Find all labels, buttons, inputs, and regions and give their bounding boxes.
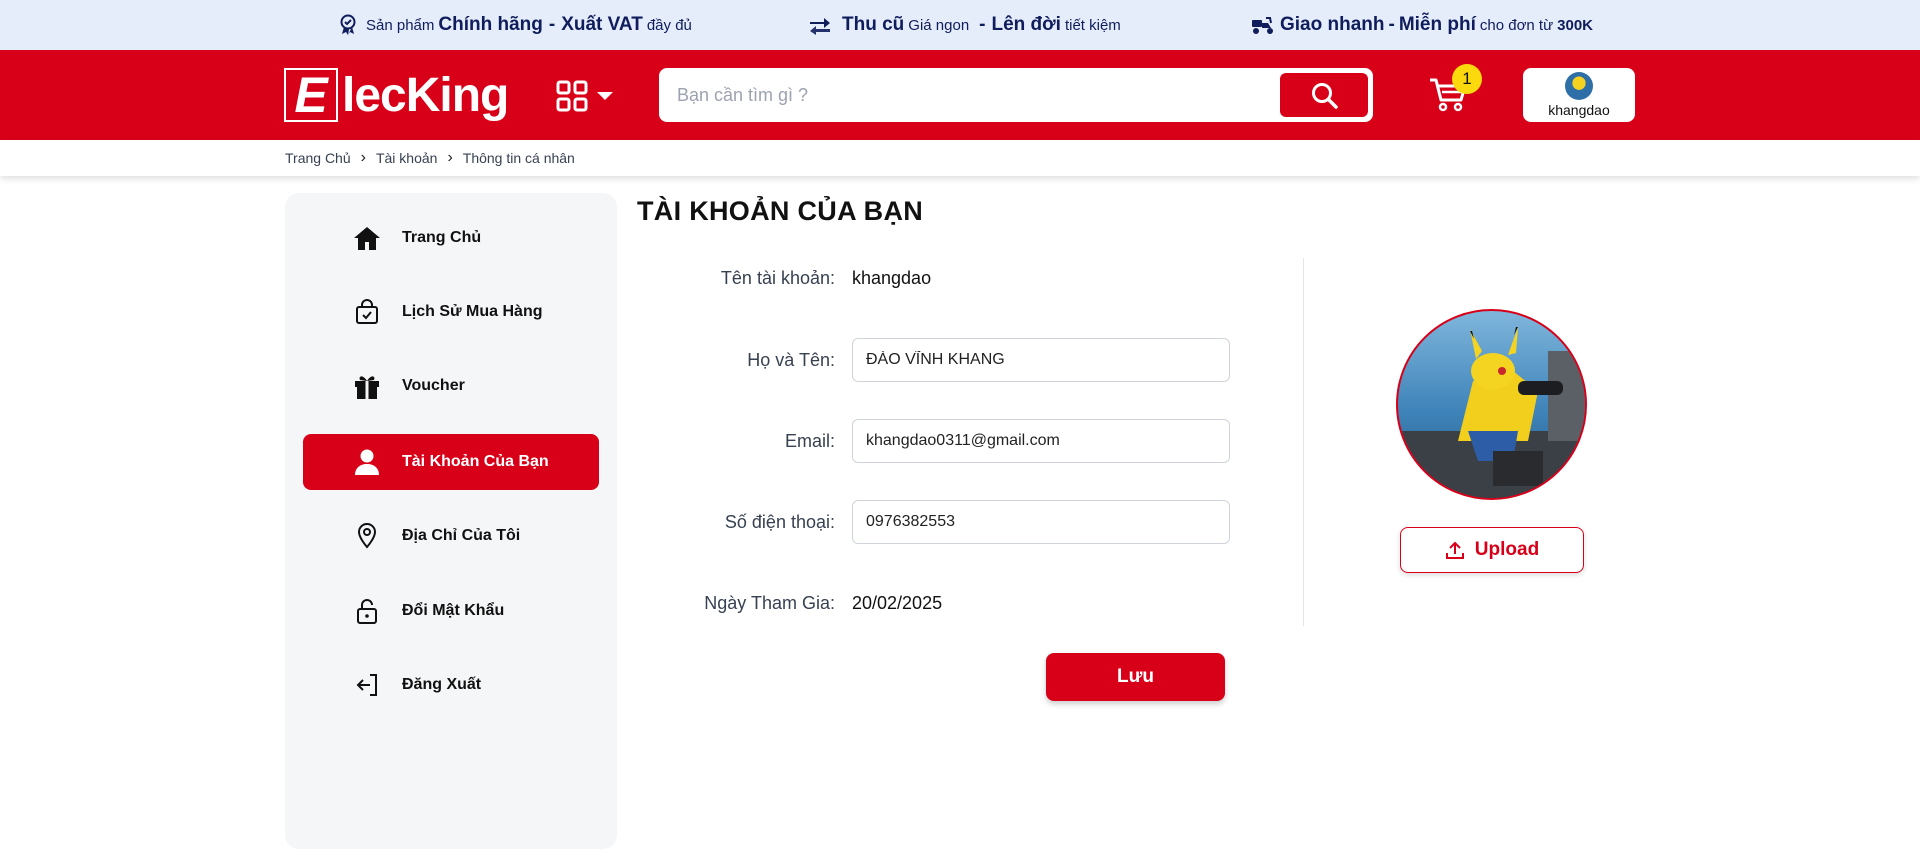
fullname-label: Họ và Tên: bbox=[747, 350, 835, 370]
search-icon bbox=[1312, 83, 1338, 109]
promo-bold: Giao nhanh bbox=[1280, 14, 1385, 35]
promo-bold: Xuất VAT bbox=[561, 14, 643, 35]
breadcrumb: Trang Chủ › Tài khoản › Thông tin cá nhâ… bbox=[285, 140, 575, 176]
promo-bar: Sản phẩm Chính hãng - Xuất VAT đầy đủ Th… bbox=[0, 0, 1920, 50]
sidebar-item-label: Voucher bbox=[402, 377, 465, 394]
header-username: khangdao bbox=[1548, 102, 1610, 118]
fullname-field[interactable] bbox=[852, 338, 1230, 382]
lock-icon bbox=[353, 597, 381, 625]
join-date-value: 20/02/2025 bbox=[852, 593, 943, 613]
email-field[interactable] bbox=[852, 419, 1230, 463]
sidebar-item-logout[interactable]: Đăng Xuất bbox=[303, 657, 599, 713]
breadcrumb-home[interactable]: Trang Chủ bbox=[285, 150, 351, 166]
search-button[interactable] bbox=[1280, 73, 1368, 117]
phone-input[interactable] bbox=[866, 513, 1206, 531]
logo-letter: E bbox=[294, 67, 328, 123]
logo[interactable]: E lecKing bbox=[284, 66, 509, 124]
promo-amount: 300K bbox=[1557, 16, 1593, 34]
search-bar bbox=[659, 68, 1373, 122]
promo-dash: - bbox=[979, 14, 986, 35]
promo-bold: Miễn phí bbox=[1398, 14, 1476, 35]
chevron-right-icon: › bbox=[360, 149, 366, 166]
sidebar-item-label: Lịch Sử Mua Hàng bbox=[402, 303, 543, 320]
promo-text: đầy đủ bbox=[646, 16, 692, 34]
shopping-bag-check-icon bbox=[353, 298, 381, 326]
email-input[interactable] bbox=[866, 432, 1206, 450]
main-header: E lecKing 1 khangdao bbox=[0, 50, 1920, 140]
exchange-arrows-icon bbox=[810, 18, 830, 35]
map-pin-icon bbox=[353, 522, 381, 550]
logo-text: lecKing bbox=[342, 68, 509, 122]
join-date-label: Ngày Tham Gia: bbox=[704, 593, 835, 613]
promo-text: tiết kiệm bbox=[1064, 16, 1121, 34]
promo-text: cho đơn từ bbox=[1479, 16, 1554, 34]
upload-label: Upload bbox=[1474, 539, 1540, 560]
delivery-scooter-icon bbox=[1252, 17, 1273, 34]
promo-text: Giá ngon bbox=[908, 16, 970, 34]
promo-dash: - bbox=[1388, 14, 1395, 35]
breadcrumb-current: Thông tin cá nhân bbox=[462, 150, 575, 166]
username-value: khangdao bbox=[852, 268, 932, 288]
promo-authentic: Sản phẩm Chính hãng - Xuất VAT đầy đủ bbox=[338, 0, 696, 50]
phone-label: Số điện thoại: bbox=[724, 512, 835, 532]
sidebar-item-home[interactable]: Trang Chủ bbox=[303, 210, 599, 266]
cart-count-badge: 1 bbox=[1452, 64, 1482, 94]
fullname-input[interactable] bbox=[866, 351, 1206, 369]
chevron-right-icon: › bbox=[447, 149, 453, 166]
avatar-image bbox=[1398, 327, 1585, 498]
upload-icon bbox=[1445, 541, 1464, 559]
gift-icon bbox=[353, 372, 381, 400]
promo-delivery: Giao nhanh - Miễn phí cho đơn từ 300K bbox=[1250, 0, 1597, 50]
award-badge-icon bbox=[340, 14, 356, 35]
sidebar-item-label: Đăng Xuất bbox=[402, 676, 482, 693]
promo-text: Sản phẩm bbox=[366, 16, 435, 34]
upload-avatar-button[interactable]: Upload bbox=[1400, 527, 1584, 573]
sidebar-item-order-history[interactable]: Lịch Sử Mua Hàng bbox=[303, 284, 599, 340]
logo-mark: E bbox=[284, 68, 338, 122]
promo-bold: Chính hãng bbox=[438, 14, 543, 35]
phone-field[interactable] bbox=[852, 500, 1230, 544]
grid-icon bbox=[556, 80, 588, 112]
cart-button[interactable]: 1 bbox=[1428, 64, 1482, 119]
page-title: TÀI KHOẢN CỦA BẠN bbox=[637, 196, 924, 226]
sidebar-item-label: Tài Khoản Của Bạn bbox=[402, 453, 549, 470]
home-icon bbox=[353, 224, 381, 252]
email-label: Email: bbox=[784, 431, 835, 451]
promo-bold: Lên đời bbox=[991, 14, 1061, 35]
user-account-button[interactable]: khangdao bbox=[1523, 68, 1635, 122]
category-menu-button[interactable] bbox=[556, 80, 614, 112]
promo-trade-in: Thu cũ Giá ngon - Lên đời tiết kiệm bbox=[808, 0, 1125, 50]
avatar bbox=[1565, 72, 1593, 100]
chevron-down-icon bbox=[597, 92, 613, 100]
save-button[interactable]: Lưu bbox=[1046, 653, 1225, 701]
sidebar-item-label: Trang Chủ bbox=[402, 229, 482, 246]
breadcrumb-account[interactable]: Tài khoản bbox=[376, 150, 437, 166]
profile-avatar bbox=[1396, 309, 1587, 500]
search-input[interactable] bbox=[659, 70, 1279, 120]
breadcrumb-bar: Trang Chủ › Tài khoản › Thông tin cá nhâ… bbox=[0, 140, 1920, 176]
promo-bold: Thu cũ bbox=[842, 14, 905, 35]
username-label: Tên tài khoản: bbox=[720, 268, 835, 288]
divider bbox=[1303, 258, 1304, 626]
logout-icon bbox=[353, 671, 381, 699]
user-icon bbox=[353, 448, 381, 476]
promo-dash: - bbox=[548, 14, 556, 35]
